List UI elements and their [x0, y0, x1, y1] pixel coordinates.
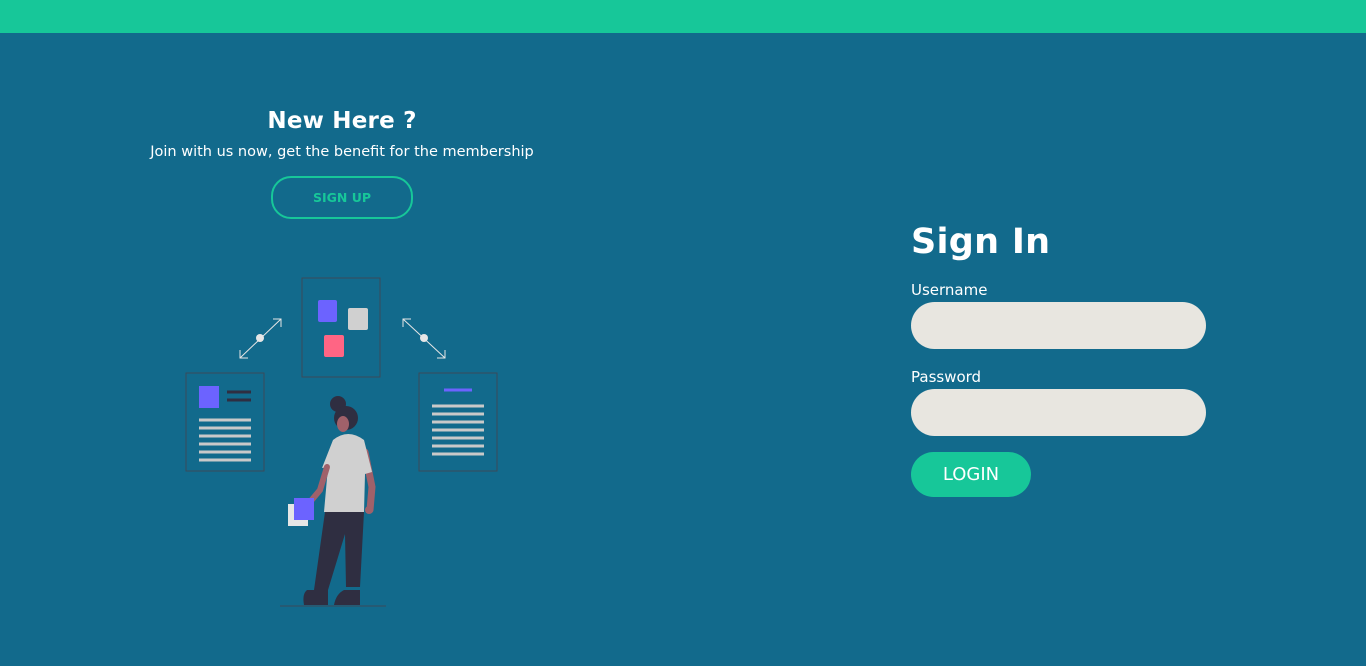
- login-button[interactable]: LOGIN: [911, 452, 1031, 497]
- arrow-connector-left: [239, 318, 282, 359]
- left-card-block: [199, 386, 219, 408]
- username-label: Username: [911, 281, 988, 299]
- login-form: Sign In Username Password LOGIN: [911, 220, 1211, 497]
- person-with-documents-illustration: [185, 277, 498, 607]
- signup-promo-panel: New Here ? Join with us now, get the ben…: [120, 100, 564, 219]
- username-input[interactable]: [911, 302, 1206, 349]
- person-figure: [280, 396, 386, 607]
- document-card-left: [185, 372, 265, 472]
- pink-square: [324, 335, 344, 357]
- gray-square: [348, 308, 368, 330]
- purple-square: [318, 300, 337, 322]
- document-card-top: [301, 277, 381, 378]
- promo-title: New Here ?: [267, 108, 417, 134]
- top-bar: [0, 0, 1366, 33]
- signup-button[interactable]: SIGN UP: [271, 176, 413, 219]
- password-input[interactable]: [911, 389, 1206, 436]
- password-label: Password: [911, 368, 982, 386]
- signin-title: Sign In: [911, 222, 1051, 262]
- arrow-connector-right: [402, 318, 446, 359]
- promo-subtitle: Join with us now, get the benefit for th…: [150, 144, 534, 160]
